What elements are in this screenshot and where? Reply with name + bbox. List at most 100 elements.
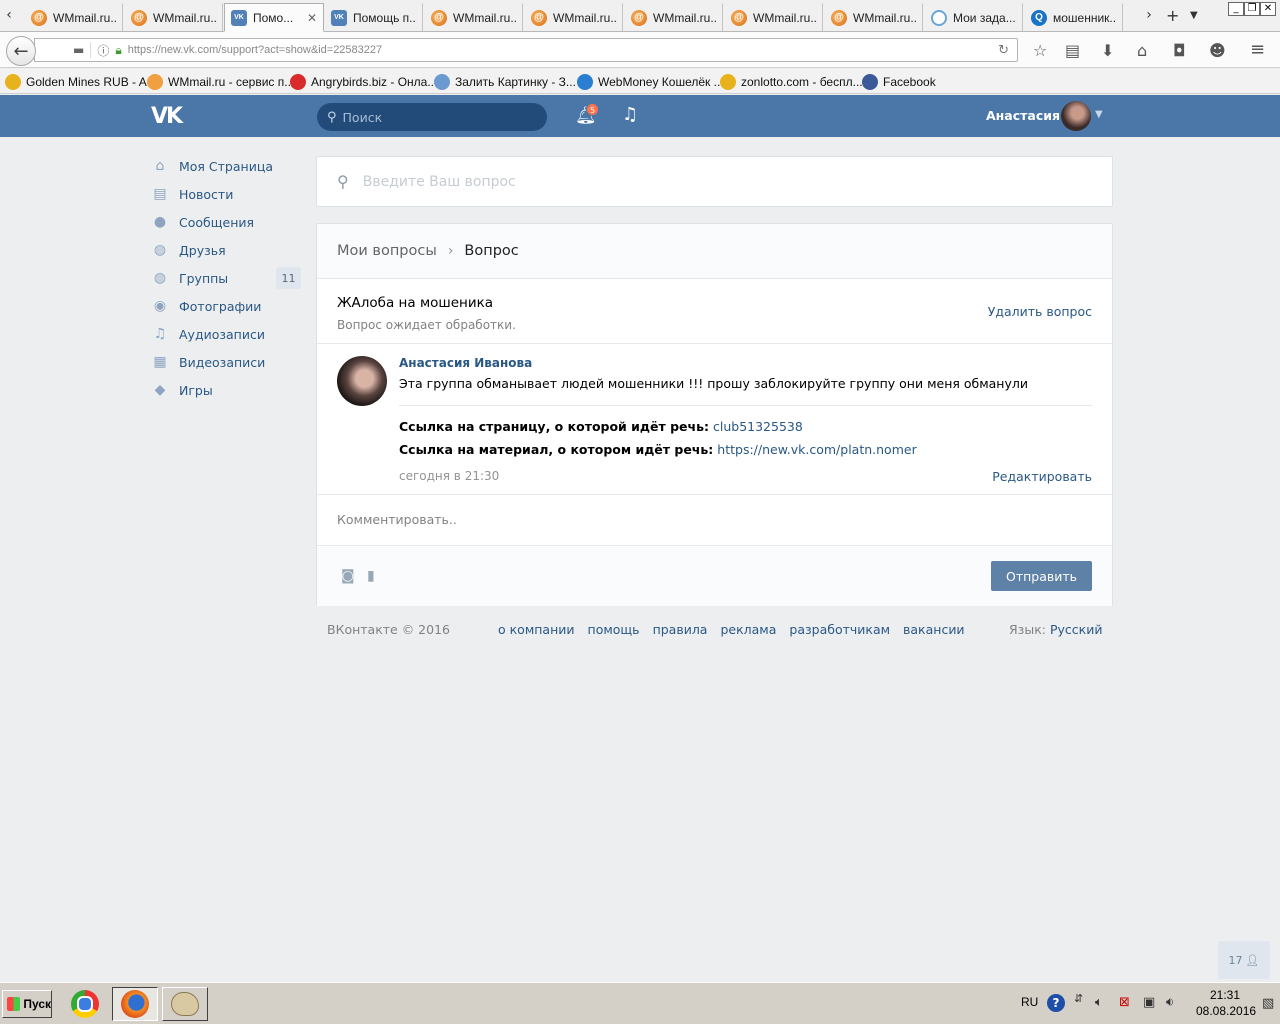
sidebar-item[interactable]: ◉ Фотографии [151,292,301,320]
camera-icon[interactable]: ◙ [341,568,355,584]
browser-tab[interactable]: @ WMmail.ru... [824,3,923,31]
speaker-icon[interactable]: 🔈︎ [1095,995,1103,1010]
browser-tab[interactable]: VK Помощь п... [324,3,423,31]
close-tab-icon[interactable]: ✕ [303,11,317,25]
author-avatar[interactable] [337,356,387,406]
breadcrumb-my-questions[interactable]: Мои вопросы [337,243,437,259]
restore-icon[interactable]: ❐ [1244,2,1260,16]
taskbar-paint[interactable] [162,987,208,1021]
bookmark-label: Залить Картинку - З... [455,75,576,89]
browser-tab[interactable]: @ WMmail.ru... [624,3,723,31]
question-search-input[interactable] [362,173,1063,190]
minimize-icon[interactable]: _ [1228,2,1244,16]
pocket-icon[interactable]: ◘ [1173,41,1186,60]
question-card: Мои вопросы › Вопрос ЖАлоба на мошеника … [316,223,1113,606]
tray-expand-icon[interactable]: ⇵ [1074,992,1083,1005]
footer-link[interactable]: правила [653,622,708,637]
post-author[interactable]: Анастасия Иванова [399,356,532,370]
music-note-icon[interactable]: ♫ [622,104,638,125]
user-name[interactable]: Анастасия [986,108,1060,123]
browser-tab[interactable]: @ WMmail.ru... [424,3,523,31]
close-window-icon[interactable]: ✕ [1260,2,1276,16]
footer-link[interactable]: реклама [720,622,776,637]
new-tab-icon[interactable]: + [1166,6,1179,25]
taskbar-firefox[interactable] [112,987,158,1021]
bookmark-item[interactable]: Залить Картинку - З... [434,74,576,90]
sidebar-item-count: 11 [276,267,301,289]
delete-question-link[interactable]: Удалить вопрос [988,304,1092,319]
sidebar-item[interactable]: ▤ Новости [151,180,301,208]
tasks-icon [931,9,947,26]
sidebar-item[interactable]: ⌂ Моя Страница [151,152,301,180]
url-bar[interactable]: ▬ ⓘ 🔒︎ https://new.vk.com/support?act=sh… [34,38,1018,62]
clock-date[interactable]: 08.08.2016 [1196,1004,1256,1018]
page-link[interactable]: club51325538 [713,419,803,434]
edit-link[interactable]: Редактировать [992,469,1092,484]
bookmark-item[interactable]: WebMoney Кошелёк ... [577,74,724,90]
bookmark-favicon-icon [720,74,736,90]
info-icon[interactable]: ⓘ [97,42,109,59]
reading-list-icon[interactable]: ▤ [1065,41,1080,60]
clock-time[interactable]: 21:31 [1210,988,1240,1002]
footer-language-link[interactable]: Русский [1050,622,1102,637]
sidebar-item[interactable]: ◆ Игры [151,376,301,404]
url-text[interactable]: https://new.vk.com/support?act=show&id=2… [128,44,382,56]
network-icon[interactable]: ▣ [1143,995,1155,1010]
online-friends-button[interactable]: 17 👤︎ [1218,941,1270,979]
tray-language[interactable]: RU [1021,995,1038,1009]
sidebar-item[interactable]: ◍ Друзья [151,236,301,264]
show-desktop-icon[interactable]: ▧ [1262,996,1274,1011]
sidebar-item[interactable]: ♫ Аудиозаписи [151,320,301,348]
help-icon[interactable]: ? [1047,994,1065,1012]
sidebar-item[interactable]: ◍ Группы 11 [151,264,301,292]
bookmark-item[interactable]: Facebook [862,74,936,90]
footer: ВКонтакте © 2016 о компании помощь правила… [316,622,1113,640]
browser-tab[interactable]: @ WMmail.ru... [724,3,823,31]
sidebar-item[interactable]: ▦ Видеозаписи [151,348,301,376]
browser-tab[interactable]: Qмошенник... [1024,3,1123,31]
comment-input[interactable] [337,512,1037,527]
footer-link[interactable]: вакансии [903,622,965,637]
document-icon[interactable]: ▮ [367,568,375,584]
bookmark-item[interactable]: Golden Mines RUB - A... [5,74,157,90]
comment-box [317,496,1112,546]
footer-link[interactable]: помощь [588,622,640,637]
bookmark-item[interactable]: zonlotto.com - беспл... [720,74,863,90]
sidebar-item-label: Игры [179,382,213,398]
taskbar-chrome[interactable] [62,987,108,1021]
material-link[interactable]: https://new.vk.com/platn.nomer [717,442,916,457]
download-icon[interactable]: ⬇ [1101,41,1114,60]
browser-tab[interactable]: @ WMmail.ru... [524,3,623,31]
vk-search-box[interactable]: ⚲ [317,103,547,131]
tab-scroll-right-icon[interactable]: › [1141,4,1157,26]
browser-tab[interactable]: @ WMmail.ru... [24,3,123,31]
tab-list-icon[interactable]: ▼ [1190,10,1198,21]
back-button[interactable]: ← [6,36,36,66]
chat-icon[interactable]: ☻ [1209,41,1226,60]
bookmark-item[interactable]: WMmail.ru - сервис п... [147,74,294,90]
tab-group-icon[interactable]: ▬ [73,43,84,57]
browser-tab[interactable]: VK Помо... ✕ [224,3,324,32]
sidebar-item[interactable]: ● Сообщения [151,208,301,236]
tab-scroll-left-icon[interactable]: ‹ [1,4,17,26]
bookmark-item[interactable]: Angrybirds.biz - Онла... [290,74,437,90]
chevron-down-icon[interactable]: ▼ [1095,109,1103,120]
vk-logo[interactable]: VK [151,104,187,129]
home-browser-icon[interactable]: ⌂ [1137,41,1147,60]
tab-label: WMmail.ru... [553,10,616,25]
reload-icon[interactable]: ↻ [998,43,1009,58]
home-icon: ⌂ [155,158,165,174]
send-button[interactable]: Отправить [991,561,1092,591]
browser-tab[interactable]: Мои зада... [924,3,1023,31]
browser-tab[interactable]: @ WMmail.ru... [124,3,223,31]
footer-link[interactable]: разработчикам [789,622,890,637]
vk-search-input[interactable] [342,109,523,125]
user-avatar[interactable] [1061,101,1091,131]
bookmark-star-icon[interactable]: ☆ [1033,41,1047,60]
bookmark-favicon-icon [577,74,593,90]
footer-link[interactable]: о компании [498,622,575,637]
start-button[interactable]: Пуск [2,990,52,1018]
network-error-icon[interactable]: ⊠ [1119,995,1130,1010]
menu-hamburger-icon[interactable]: ≡ [1250,39,1265,60]
volume-icon[interactable]: 🔉︎ [1166,995,1174,1010]
